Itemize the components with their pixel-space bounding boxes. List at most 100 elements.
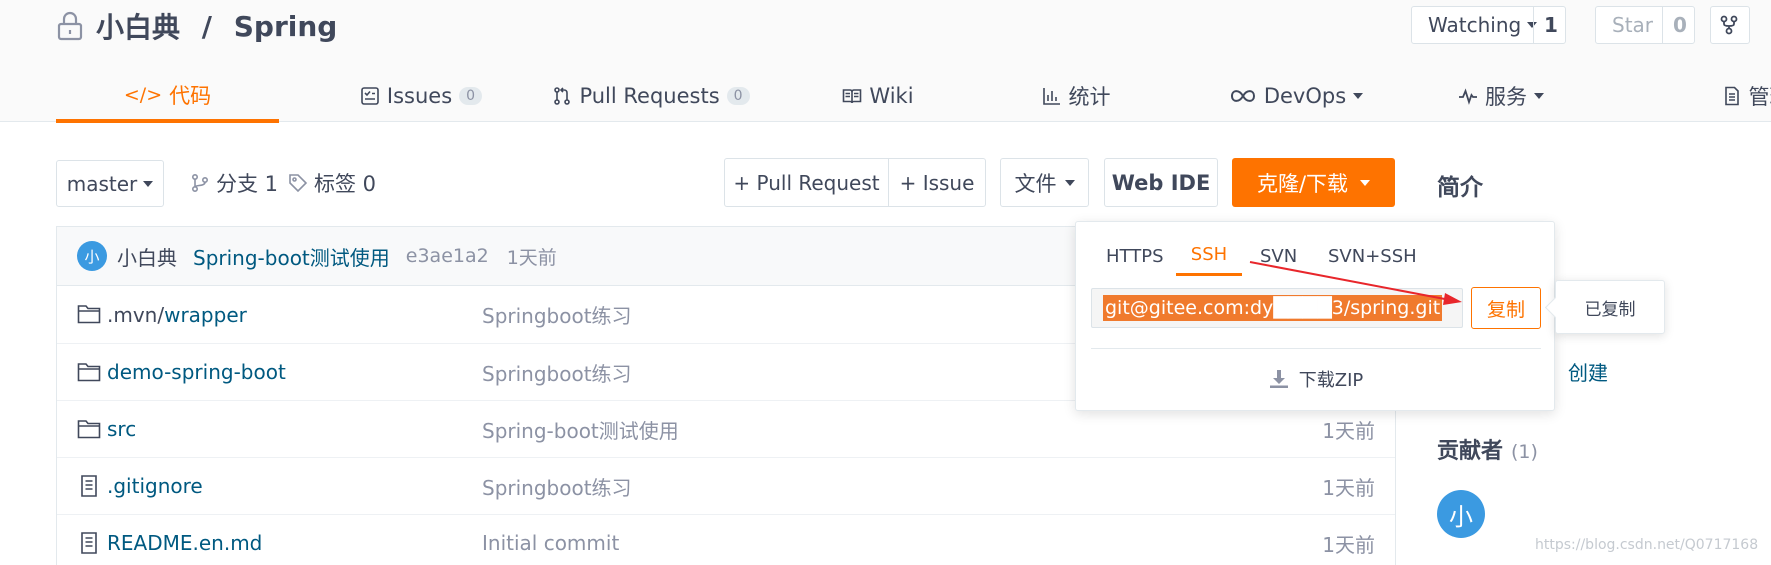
pull-request-icon (554, 87, 571, 105)
tab-label: 代码 (169, 83, 212, 108)
avatar[interactable]: 小 (77, 241, 107, 271)
tab-devops[interactable]: DevOps (1226, 70, 1366, 122)
file-name-link[interactable]: src (107, 417, 136, 441)
table-row: README.en.md Initial commit 1天前 (57, 514, 1395, 565)
copy-button[interactable]: 复制 (1471, 287, 1541, 329)
file-commit-time: 1天前 (1322, 475, 1375, 500)
repo-separator: / (192, 9, 222, 43)
star-button[interactable]: Star 0 (1595, 6, 1695, 44)
folder-icon (77, 303, 101, 325)
tab-badge: 0 (459, 87, 483, 105)
file-commit-message[interactable]: Springboot练习 (482, 358, 632, 387)
fork-button[interactable] (1710, 6, 1750, 44)
table-row: .gitignore Springboot练习 1天前 (57, 457, 1395, 514)
tab-badge: 0 (726, 87, 750, 105)
document-icon (1724, 86, 1739, 106)
star-label: Star (1612, 13, 1654, 37)
tags-label: 标签 0 (314, 172, 377, 196)
file-icon (77, 532, 101, 554)
new-issue-button[interactable]: + Issue (888, 159, 985, 206)
clone-download-button[interactable]: 克隆/下载 (1232, 158, 1395, 207)
protocol-tab-ssh[interactable]: SSH (1176, 236, 1242, 276)
commit-hash-link[interactable]: e3ae1a2 (406, 245, 489, 267)
tab-pull-requests[interactable]: Pull Requests 0 (526, 70, 776, 122)
create-link[interactable]: 创建 (1568, 357, 1608, 386)
file-icon (77, 475, 101, 497)
commit-message-link[interactable]: Spring-boot测试使用 (193, 242, 390, 271)
branches-label: 分支 1 (216, 172, 279, 196)
branches-link[interactable]: 分支 1 (190, 168, 278, 198)
protocol-tab-svn-ssh[interactable]: SVN+SSH (1328, 236, 1417, 276)
bar-chart-icon (1042, 88, 1060, 105)
branch-select[interactable]: master (56, 160, 164, 207)
avatar[interactable]: 小 (1437, 490, 1485, 538)
contributors-title: 贡献者 (1) (1437, 433, 1538, 465)
contributors-count: (1) (1511, 441, 1538, 463)
download-zip-link[interactable]: 下载ZIP (1076, 362, 1556, 396)
tab-issues[interactable]: Issues 0 (331, 70, 511, 122)
book-icon (843, 89, 862, 104)
file-commit-message[interactable]: Springboot练习 (482, 300, 632, 329)
clone-url-input[interactable]: git@gitee.com:dy████3/spring.git (1091, 288, 1463, 328)
chevron-down-icon (1353, 93, 1364, 99)
file-menu-button[interactable]: 文件 (1000, 158, 1089, 207)
file-commit-time: 1天前 (1322, 532, 1375, 557)
tab-services[interactable]: 服务 (1446, 70, 1556, 122)
fork-icon (1720, 15, 1738, 35)
tab-label: Issues (386, 84, 453, 108)
tag-icon (289, 174, 308, 193)
repo-title: 小白典 / Spring (56, 6, 337, 46)
tab-label: Wiki (869, 84, 914, 108)
tab-code[interactable]: </> 代码 (56, 70, 279, 123)
protocol-tab-svn[interactable]: SVN (1260, 236, 1297, 276)
file-commit-message[interactable]: Springboot练习 (482, 472, 632, 501)
file-name-link[interactable]: demo-spring-boot (107, 360, 286, 384)
commit-time: 1天前 (506, 246, 557, 269)
infinity-icon (1230, 90, 1255, 102)
watch-count[interactable]: 1 (1533, 7, 1568, 43)
file-name-prefix: .mvn/ (107, 302, 165, 327)
watermark: https://blog.csdn.net/Q0717168 (1535, 537, 1759, 553)
web-ide-button[interactable]: Web IDE (1104, 158, 1218, 207)
contributors-heading: 贡献者 (1437, 439, 1504, 464)
repo-nav-tabs: </> 代码 Issues 0 Pull Requests 0 Wiki 统计 … (56, 70, 1771, 123)
chevron-down-icon (1360, 179, 1371, 186)
tags-link[interactable]: 标签 0 (288, 168, 376, 198)
chevron-down-icon (1064, 179, 1075, 186)
commit-author-link[interactable]: 小白典 (117, 242, 177, 271)
new-pull-request-button[interactable]: + Pull Request (725, 159, 888, 206)
repo-name-link[interactable]: Spring (234, 10, 338, 43)
repo-header: 小白典 / Spring Watching 1 Star 0 </> 代码 Is… (0, 0, 1771, 123)
clone-url-text: git@gitee.com:dy████3/spring.git (1103, 295, 1443, 321)
tab-manage[interactable]: 管理 (1711, 70, 1771, 122)
issues-icon (361, 87, 379, 105)
protocol-tab-https[interactable]: HTTPS (1106, 236, 1164, 276)
lock-icon (56, 11, 84, 41)
file-menu-label: 文件 (1014, 171, 1057, 196)
branch-name: master (66, 171, 138, 196)
file-commit-message[interactable]: Initial commit (482, 531, 619, 555)
create-button-group: + Pull Request + Issue (724, 158, 986, 207)
clone-dropdown: HTTPS SSH SVN SVN+SSH git@gitee.com:dy██… (1075, 221, 1555, 411)
file-name-link[interactable]: .gitignore (107, 474, 203, 498)
star-count[interactable]: 0 (1662, 7, 1697, 43)
copied-tooltip: 已复制 (1555, 280, 1665, 334)
branch-icon (191, 173, 209, 193)
tab-stats[interactable]: 统计 (1016, 70, 1136, 122)
folder-icon (77, 361, 101, 383)
pulse-icon (1459, 88, 1477, 105)
tab-label: 管理 (1748, 85, 1771, 109)
watch-button[interactable]: Watching 1 (1411, 6, 1566, 44)
tab-label: 统计 (1068, 85, 1111, 109)
file-commit-message[interactable]: Spring-boot测试使用 (482, 415, 679, 444)
watch-label: Watching (1428, 13, 1522, 37)
repo-owner-link[interactable]: 小白典 (96, 6, 180, 46)
tab-wiki[interactable]: Wiki (818, 70, 938, 122)
folder-icon (77, 418, 101, 440)
file-name-link[interactable]: README.en.md (107, 531, 262, 555)
file-commit-time: 1天前 (1322, 418, 1375, 443)
code-icon: </> (123, 83, 163, 106)
file-name-link[interactable]: .mvn/wrapper (107, 303, 247, 327)
tab-label: Pull Requests (579, 84, 720, 108)
tab-label: DevOps (1263, 84, 1347, 108)
